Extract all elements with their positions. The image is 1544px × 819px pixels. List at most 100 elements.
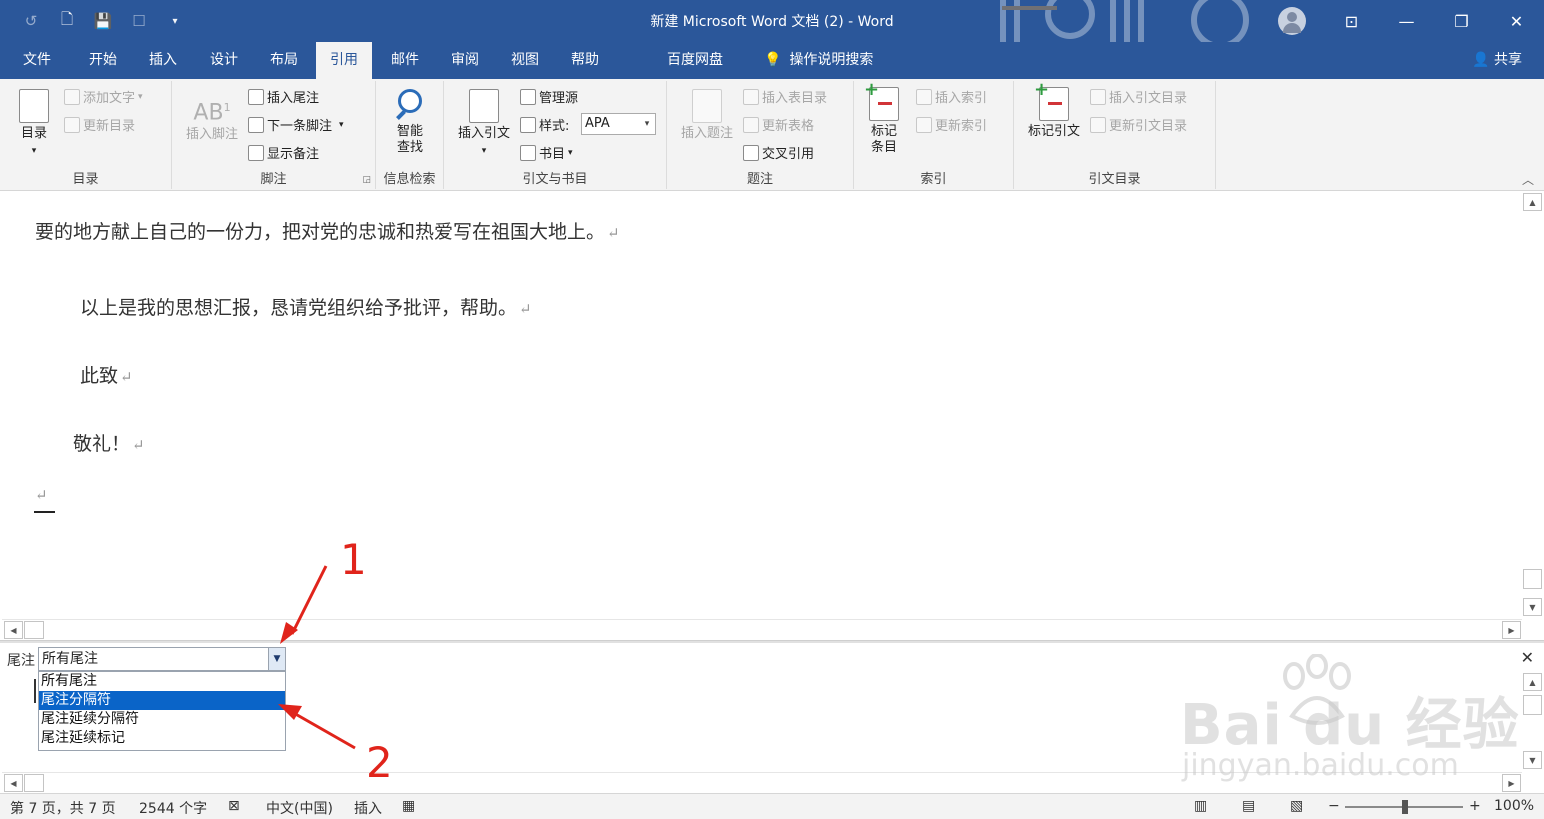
- mark-entry-label-2: 条目: [870, 140, 897, 155]
- group-label-toc: 目录: [72, 172, 99, 187]
- insert-citation-button[interactable]: 插入引文 ▾: [454, 89, 514, 159]
- add-text-button[interactable]: 添加文字 ▾: [64, 87, 143, 106]
- return-mark-4: ↵: [132, 436, 145, 454]
- tab-layout[interactable]: 布局: [256, 42, 312, 79]
- scroll-up-button[interactable]: ▲: [1523, 193, 1542, 211]
- group-toa: + 标记引文 插入引文目录 更新引文目录 引文目录: [1014, 81, 1216, 189]
- share-button[interactable]: 👤 共享: [1472, 42, 1522, 79]
- option-endnote-continuation-separator[interactable]: 尾注延续分隔符: [39, 710, 285, 729]
- insert-mode-indicator[interactable]: 插入: [354, 798, 382, 818]
- update-toc-button[interactable]: 更新目录: [64, 115, 135, 134]
- toc-button[interactable]: 目录 ▾: [14, 89, 54, 159]
- pane-scroll-left-button[interactable]: ◀: [4, 774, 23, 792]
- close-pane-icon[interactable]: ✕: [1521, 648, 1534, 667]
- cross-reference-button[interactable]: 交叉引用: [743, 143, 814, 162]
- tab-mailings[interactable]: 邮件: [377, 42, 433, 79]
- hscroll-thumb[interactable]: [24, 621, 44, 639]
- language-indicator[interactable]: 中文(中国): [266, 798, 333, 818]
- next-footnote-button[interactable]: 下一条脚注 ▾: [248, 115, 344, 134]
- style-selector: 样式:: [520, 115, 569, 134]
- pane-scroll-thumb[interactable]: [1523, 695, 1542, 715]
- baidu-jingyan-watermark: Bai du 经验 jingyan.baidu.com: [1180, 650, 1519, 785]
- manage-sources-button[interactable]: 管理源: [520, 87, 578, 106]
- update-toa-button[interactable]: 更新引文目录: [1090, 115, 1187, 134]
- tab-home[interactable]: 开始: [75, 42, 131, 79]
- zoom-slider-thumb[interactable]: [1402, 800, 1408, 814]
- pane-scroll-up-button[interactable]: ▲: [1523, 673, 1542, 691]
- tab-references[interactable]: 引用: [316, 42, 372, 79]
- group-label-index: 索引: [920, 172, 947, 187]
- restore-button[interactable]: ❐: [1434, 0, 1489, 42]
- update-table-button[interactable]: 更新表格: [743, 115, 814, 134]
- magnifier-icon: [394, 87, 426, 121]
- smart-lookup-button[interactable]: 智能 查找: [388, 87, 432, 156]
- annotation-number-2: 2: [366, 738, 393, 787]
- insert-endnote-button[interactable]: 插入尾注: [248, 87, 319, 106]
- cross-reference-icon: [743, 144, 759, 161]
- insert-toa-button[interactable]: 插入引文目录: [1090, 87, 1187, 106]
- tab-insert[interactable]: 插入: [135, 42, 191, 79]
- word-count[interactable]: 2544 个字: [139, 798, 207, 818]
- group-label-captions: 题注: [746, 172, 773, 187]
- insert-caption-button[interactable]: 插入题注: [675, 89, 739, 142]
- tab-review[interactable]: 审阅: [437, 42, 493, 79]
- insert-index-button[interactable]: 插入索引: [916, 87, 987, 106]
- zoom-out-button[interactable]: −: [1328, 798, 1340, 814]
- insert-caption-label: 插入题注: [680, 126, 733, 141]
- show-notes-button[interactable]: 显示备注: [248, 143, 319, 162]
- scroll-thumb[interactable]: [1523, 569, 1542, 589]
- group-label-research: 信息检索: [383, 172, 436, 187]
- show-notes-icon: [248, 144, 264, 161]
- page-count[interactable]: 第 7 页，共 7 页: [10, 798, 116, 818]
- option-endnote-continuation-notice[interactable]: 尾注延续标记: [39, 729, 285, 748]
- zoom-level[interactable]: 100%: [1494, 798, 1534, 814]
- read-mode-icon[interactable]: ▥: [1194, 798, 1207, 814]
- next-footnote-icon: [248, 116, 264, 133]
- tab-view[interactable]: 视图: [497, 42, 553, 79]
- mark-citation-button[interactable]: + 标记引文: [1022, 81, 1086, 140]
- scroll-left-button[interactable]: ◀: [4, 621, 23, 639]
- user-avatar[interactable]: [1278, 7, 1306, 35]
- tab-baidu-netdisk[interactable]: 百度网盘: [653, 42, 737, 79]
- footnote-dialog-launcher-icon[interactable]: ◲: [362, 175, 371, 185]
- zoom-in-button[interactable]: +: [1469, 798, 1481, 814]
- pane-hscroll-thumb[interactable]: [24, 774, 44, 792]
- group-label-footnotes: 脚注: [260, 172, 287, 187]
- scroll-down-button[interactable]: ▼: [1523, 598, 1542, 616]
- insert-footnote-button[interactable]: AB1 插入脚注: [180, 93, 244, 143]
- citation-style-dropdown[interactable]: APA ▾: [581, 113, 656, 135]
- insert-caption-icon: [692, 89, 722, 123]
- web-layout-icon[interactable]: ▧: [1290, 798, 1303, 814]
- collapse-ribbon-icon[interactable]: ︿: [1522, 171, 1534, 188]
- pane-vertical-scrollbar[interactable]: ▲ ▼: [1523, 673, 1542, 769]
- document-area[interactable]: 要的地方献上自己的一份力，把对党的忠诚和热爱写在祖国大地上。 ↵ 以上是我的思想汇…: [0, 191, 1544, 618]
- macro-icon[interactable]: ▦: [402, 798, 415, 814]
- minimize-button[interactable]: —: [1379, 0, 1434, 42]
- endnote-type-select[interactable]: 所有尾注 ▼: [38, 647, 286, 671]
- option-all-endnotes[interactable]: 所有尾注: [39, 672, 285, 691]
- option-endnote-separator[interactable]: 尾注分隔符: [39, 691, 285, 710]
- tell-me-search[interactable]: 💡 操作说明搜索: [750, 42, 887, 79]
- scroll-right-button[interactable]: ▶: [1502, 621, 1521, 639]
- pane-scroll-down-button[interactable]: ▼: [1523, 751, 1542, 769]
- document-horizontal-scrollbar[interactable]: ◀ ▶: [2, 619, 1522, 639]
- mark-entry-button[interactable]: + 标记 条目: [864, 81, 904, 156]
- tab-design[interactable]: 设计: [196, 42, 252, 79]
- ribbon-display-options-button[interactable]: ⊡: [1324, 0, 1379, 42]
- tab-file[interactable]: 文件: [9, 42, 65, 79]
- mark-entry-label-1: 标记: [870, 124, 897, 139]
- proofing-icon[interactable]: ⊠: [228, 798, 240, 814]
- close-button[interactable]: ✕: [1489, 0, 1544, 42]
- document-vertical-scrollbar[interactable]: ▲ ▼: [1523, 191, 1542, 617]
- return-mark-5: ↵: [35, 486, 48, 504]
- mark-citation-label: 标记引文: [1027, 124, 1080, 139]
- tab-help[interactable]: 帮助: [557, 42, 613, 79]
- insert-table-of-figures-button[interactable]: 插入表目录: [743, 87, 827, 106]
- print-layout-icon[interactable]: ▤: [1242, 798, 1255, 814]
- endnote-type-chevron-icon[interactable]: ▼: [268, 648, 285, 670]
- toc-chevron-icon: ▾: [31, 146, 37, 156]
- update-index-button[interactable]: 更新索引: [916, 115, 987, 134]
- bibliography-button[interactable]: 书目 ▾: [520, 143, 573, 162]
- update-table-label: 更新表格: [762, 119, 815, 134]
- pane-scroll-right-button[interactable]: ▶: [1502, 774, 1521, 792]
